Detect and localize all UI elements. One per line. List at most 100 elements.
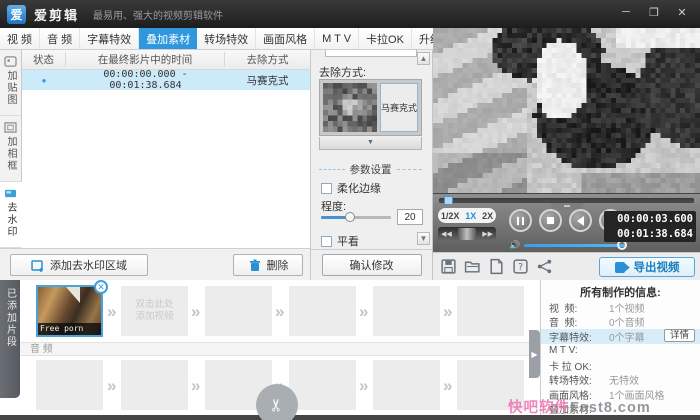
player-bar: ▬ 1/2X 1X 2X ◀◀ ▶▶ 🔊 00:00:03.600 00:01:… xyxy=(433,193,700,252)
clipped-button[interactable] xyxy=(325,50,417,57)
prev-frame-button[interactable] xyxy=(569,209,592,232)
method-name[interactable]: 马赛克式 xyxy=(379,83,418,132)
info-panel: 所有制作的信息: 视 频: 1个视频 音 频: 0个音频 字幕特效: 0个字幕 详情 … xyxy=(540,280,700,416)
info-row-subtitle: 字幕特效: 0个字幕 详情 xyxy=(541,329,700,344)
export-video-button[interactable]: 导出视频 xyxy=(599,257,695,277)
tab-overlay-material[interactable]: 叠加素材 xyxy=(139,28,198,49)
scroll-down-icon[interactable]: ▼ xyxy=(417,232,430,245)
chevron-right-icon: » xyxy=(359,302,369,321)
app-window: 爱 爱剪辑 最易用、强大的视频剪辑软件 ─ ❐ ✕ 视 频 音 频 字幕特效 叠… xyxy=(0,0,700,420)
soften-edge-checkbox[interactable]: 柔化边缘 xyxy=(321,180,381,196)
app-title: 爱剪辑 xyxy=(34,7,80,23)
clips-area: 已添加片段 Free porn vi... ✕ » 双击此处 添加视频 » » »… xyxy=(0,280,537,420)
close-button[interactable]: ✕ xyxy=(672,6,692,19)
volume-icon: 🔊 xyxy=(509,240,521,250)
added-clips-tab[interactable]: 已添加片段 xyxy=(0,280,20,398)
info-panel-collapse-handle[interactable]: ▶ xyxy=(529,330,540,378)
tab-video[interactable]: 视 频 xyxy=(0,28,41,49)
audio-placeholder[interactable] xyxy=(36,360,103,410)
info-row-transition: 转场特效: 无特效 xyxy=(549,376,639,388)
minimize-button[interactable]: ─ xyxy=(616,6,636,19)
volume-slider[interactable] xyxy=(524,240,627,250)
seek-handle[interactable] xyxy=(444,196,454,205)
col-time: 在最终影片中的时间 xyxy=(66,52,225,67)
method-selector[interactable]: 马赛克式 xyxy=(319,79,422,136)
jog-knob[interactable] xyxy=(458,228,476,240)
stop-button[interactable] xyxy=(539,209,562,232)
video-placeholder[interactable] xyxy=(289,286,356,336)
soften-label: 柔化边缘 xyxy=(337,183,381,195)
delete-label: 删除 xyxy=(266,260,289,272)
maximize-button[interactable]: ❐ xyxy=(644,6,664,19)
clip-close-icon[interactable]: ✕ xyxy=(94,280,108,294)
speed-half-button[interactable]: 1/2X xyxy=(441,211,460,221)
tab-mtv[interactable]: M T V xyxy=(315,28,360,49)
sidebar-item-sticker[interactable]: 加贴图 xyxy=(0,50,21,116)
detail-button[interactable]: 详情 xyxy=(663,329,695,342)
help-icon[interactable]: ? xyxy=(512,258,529,275)
frame-icon xyxy=(4,122,17,133)
scroll-up-icon[interactable]: ▲ xyxy=(417,52,430,65)
sidebar-item-watermark[interactable]: 去水印 xyxy=(0,182,22,248)
prev-icon xyxy=(572,215,584,226)
svg-text:?: ? xyxy=(518,262,523,273)
add-area-label: 添加去水印区域 xyxy=(50,260,127,272)
audio-placeholder[interactable] xyxy=(289,360,356,410)
speed-2x-button[interactable]: 2X xyxy=(482,211,493,221)
speed-1x-button[interactable]: 1X xyxy=(465,211,476,221)
chevron-right-icon: » xyxy=(107,302,117,321)
degree-slider[interactable] xyxy=(321,212,391,222)
split-clip-button[interactable]: ✂ xyxy=(256,384,298,420)
method-thumbnail xyxy=(323,83,377,132)
current-time: 00:00:03.600 xyxy=(617,213,693,225)
checkbox-icon[interactable] xyxy=(321,235,332,247)
confirm-button[interactable]: 确认修改 xyxy=(321,254,422,276)
info-row-audio: 音 频: 0个音频 xyxy=(549,318,645,330)
row-method: 马赛克式 xyxy=(246,74,289,87)
jog-right-icon: ▶▶ xyxy=(482,230,493,238)
info-row-video: 视 频: 1个视频 xyxy=(549,303,645,315)
jog-wheel[interactable]: ◀◀ ▶▶ xyxy=(438,227,496,241)
col-status: 状态 xyxy=(22,52,66,67)
menu-bar: 视 频 音 频 字幕特效 叠加素材 转场特效 画面风格 M T V 卡拉OK 升… xyxy=(0,28,482,50)
save-icon[interactable] xyxy=(440,258,457,275)
tab-transition-fx[interactable]: 转场特效 xyxy=(197,28,257,49)
add-watermark-area-button[interactable]: 添加去水印区域 xyxy=(10,254,148,276)
slider-handle[interactable] xyxy=(344,212,355,222)
pause-button[interactable] xyxy=(509,209,532,232)
video-placeholder[interactable] xyxy=(373,286,440,336)
video-preview xyxy=(433,28,700,193)
degree-label: 程度: xyxy=(321,201,347,213)
sidebar-item-frame[interactable]: 加相框 xyxy=(0,116,21,182)
audio-section-label: 音 频 xyxy=(20,342,537,356)
clip-thumbnail[interactable]: Free porn vi... ✕ xyxy=(36,280,108,345)
tab-subtitle-fx[interactable]: 字幕特效 xyxy=(80,28,140,49)
stop-icon xyxy=(547,217,554,224)
export-icon xyxy=(614,261,630,273)
method-dropdown[interactable]: ▼ xyxy=(319,137,422,150)
settings-footer: 确认修改 xyxy=(311,249,432,280)
video-placeholder[interactable] xyxy=(205,286,272,336)
open-folder-icon[interactable] xyxy=(464,258,481,275)
tab-picture-style[interactable]: 画面风格 xyxy=(256,28,316,49)
tab-audio[interactable]: 音 频 xyxy=(40,28,81,49)
audio-placeholder[interactable] xyxy=(121,360,188,410)
new-file-icon[interactable] xyxy=(488,258,505,275)
add-area-icon xyxy=(31,259,43,272)
checkbox-icon[interactable] xyxy=(321,182,332,194)
flat-view-checkbox[interactable]: 平看 xyxy=(321,233,359,249)
sidebar-label-frame: 加相框 xyxy=(5,136,16,172)
table-row[interactable]: ● 00:00:00.000 - 00:01:38.684 马赛克式 xyxy=(22,69,310,91)
degree-value-input[interactable]: 20 xyxy=(397,209,423,225)
video-placeholder[interactable]: 双击此处 添加视频 xyxy=(121,286,188,336)
share-icon[interactable] xyxy=(536,258,553,275)
col-method: 去除方式 xyxy=(246,54,289,66)
audio-placeholder[interactable] xyxy=(373,360,440,410)
video-placeholder[interactable] xyxy=(457,286,524,336)
delete-button[interactable]: 删除 xyxy=(233,254,303,276)
sidebar-label-sticker: 加贴图 xyxy=(5,70,16,106)
settings-panel: ▲ ▼ 去除方式: 马赛克式 ▼ 参数设置 柔化边缘 程度: 20 平看 确认修… xyxy=(311,50,433,280)
sidebar-label-watermark: 去水印 xyxy=(5,202,16,238)
tab-karaoke[interactable]: 卡拉OK xyxy=(359,28,412,49)
watermark-icon xyxy=(5,189,16,198)
